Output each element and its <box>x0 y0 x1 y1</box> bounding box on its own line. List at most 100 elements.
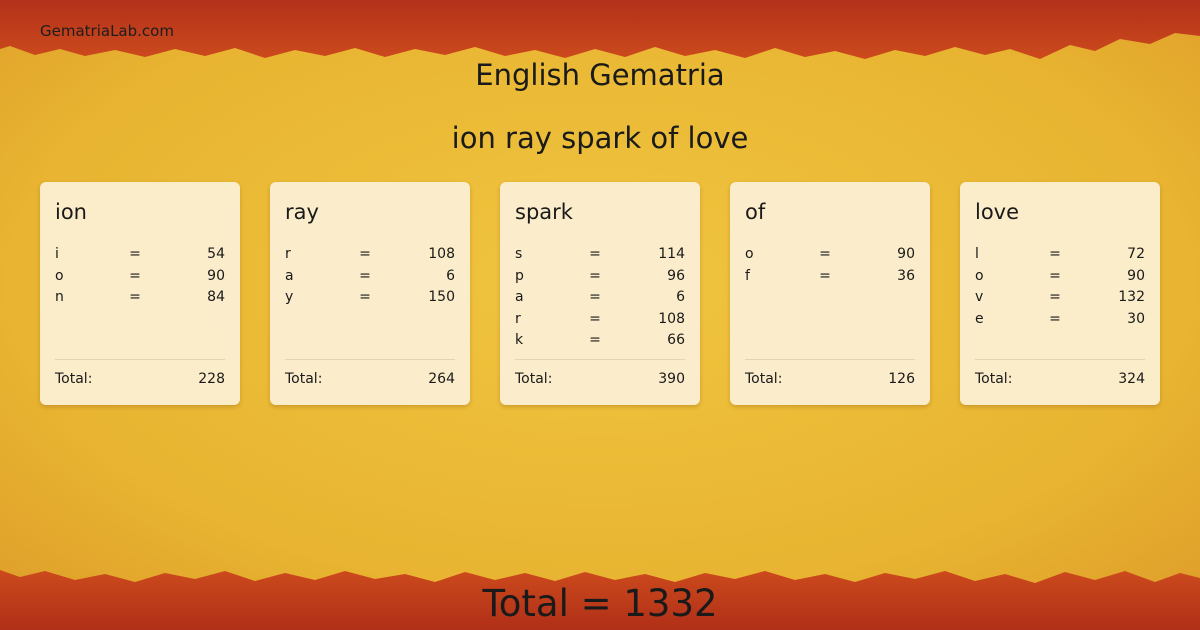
card-total-label: Total: <box>975 371 1013 387</box>
letter-value: 96 <box>667 267 685 284</box>
card-total-label: Total: <box>55 371 93 387</box>
equals-sign: = <box>129 246 141 262</box>
letter: a <box>285 267 294 284</box>
card-total-label: Total: <box>515 371 553 387</box>
equals-sign: = <box>819 246 831 262</box>
letter-row: r = 108 <box>285 244 455 266</box>
word-card-love: love l = 72 o = 90 v = 132 e = 30 Total: 324 <box>960 182 1160 405</box>
card-word: of <box>745 200 766 224</box>
letter-value: 108 <box>428 246 455 262</box>
letter-value: 108 <box>658 310 685 327</box>
letter: k <box>515 332 524 349</box>
letter-row: i = 54 <box>55 244 225 266</box>
letter: y <box>285 289 294 306</box>
letter-row: o = 90 <box>975 266 1145 288</box>
equals-sign: = <box>1049 289 1061 306</box>
letter: o <box>745 246 754 262</box>
equals-sign: = <box>1049 267 1061 284</box>
equals-sign: = <box>589 267 601 284</box>
letter-row: y = 150 <box>285 287 455 309</box>
equals-sign: = <box>589 289 601 306</box>
letter-row: o = 90 <box>55 266 225 288</box>
word-card-of: of o = 90 f = 36 Total: 126 <box>730 182 930 405</box>
word-cards: ion i = 54 o = 90 n = 84 Total: 228 ray r = 108 … <box>40 182 1160 405</box>
letter-value: 90 <box>1127 267 1145 284</box>
card-divider <box>285 359 455 360</box>
phrase-heading: ion ray spark of love <box>451 121 749 155</box>
letter-value: 6 <box>446 267 455 284</box>
letter-value: 90 <box>897 246 915 262</box>
equals-sign: = <box>819 267 831 284</box>
letter: f <box>745 267 750 284</box>
letter-value: 72 <box>1127 246 1145 262</box>
letter-list: i = 54 o = 90 n = 84 <box>55 244 225 309</box>
torn-edge-top <box>0 0 1200 59</box>
letter-row: a = 6 <box>515 287 685 309</box>
card-divider <box>55 359 225 360</box>
word-card-ion: ion i = 54 o = 90 n = 84 Total: 228 <box>40 182 240 405</box>
equals-sign: = <box>359 267 371 284</box>
letter: r <box>515 310 521 327</box>
equals-sign: = <box>589 310 601 327</box>
card-word: ray <box>285 200 319 224</box>
equals-sign: = <box>589 246 601 262</box>
card-word: spark <box>515 200 573 224</box>
letter-row: k = 66 <box>515 330 685 352</box>
letter-row: p = 96 <box>515 266 685 288</box>
letter: p <box>515 267 524 284</box>
grand-total: Total = 1332 <box>482 582 718 625</box>
card-word: ion <box>55 200 87 224</box>
equals-sign: = <box>1049 246 1061 262</box>
letter-row: s = 114 <box>515 244 685 266</box>
letter-value: 84 <box>207 289 225 306</box>
site-name[interactable]: GematriaLab.com <box>40 22 174 40</box>
card-total-value: 228 <box>198 371 225 387</box>
letter-value: 90 <box>207 267 225 284</box>
letter-value: 6 <box>676 289 685 306</box>
letter-value: 114 <box>658 246 685 262</box>
letter-row: a = 6 <box>285 266 455 288</box>
equals-sign: = <box>1049 310 1061 327</box>
letter-list: s = 114 p = 96 a = 6 r = 108 k = 66 <box>515 244 685 352</box>
letter: n <box>55 289 64 306</box>
letter-row: l = 72 <box>975 244 1145 266</box>
card-total-value: 390 <box>658 371 685 387</box>
letter-row: o = 90 <box>745 244 915 266</box>
card-total-label: Total: <box>745 371 783 387</box>
letter-value: 66 <box>667 332 685 349</box>
letter: o <box>975 267 984 284</box>
equals-sign: = <box>129 267 141 284</box>
equals-sign: = <box>359 289 371 306</box>
word-card-ray: ray r = 108 a = 6 y = 150 Total: 264 <box>270 182 470 405</box>
letter-row: n = 84 <box>55 287 225 309</box>
letter-list: r = 108 a = 6 y = 150 <box>285 244 455 309</box>
letter: v <box>975 289 984 306</box>
equals-sign: = <box>359 246 371 262</box>
letter: s <box>515 246 523 262</box>
letter: a <box>515 289 524 306</box>
letter: l <box>975 246 979 262</box>
letter-value: 54 <box>207 246 225 262</box>
card-total-value: 324 <box>1118 371 1145 387</box>
card-divider <box>515 359 685 360</box>
card-divider <box>975 359 1145 360</box>
letter-value: 30 <box>1127 310 1145 327</box>
letter: i <box>55 246 59 262</box>
word-card-spark: spark s = 114 p = 96 a = 6 r = 108 k = 66 Total: 3… <box>500 182 700 405</box>
card-divider <box>745 359 915 360</box>
letter-value: 36 <box>897 267 915 284</box>
card-word: love <box>975 200 1020 224</box>
letter-list: l = 72 o = 90 v = 132 e = 30 <box>975 244 1145 330</box>
equals-sign: = <box>129 289 141 306</box>
letter-row: r = 108 <box>515 309 685 331</box>
letter: e <box>975 310 984 327</box>
card-total-value: 264 <box>428 371 455 387</box>
letter-row: e = 30 <box>975 309 1145 331</box>
letter-value: 132 <box>1118 289 1145 306</box>
card-total-label: Total: <box>285 371 323 387</box>
page-title: English Gematria <box>475 58 725 92</box>
equals-sign: = <box>589 332 601 349</box>
letter-row: f = 36 <box>745 266 915 288</box>
letter: o <box>55 267 64 284</box>
letter-value: 150 <box>428 289 455 306</box>
